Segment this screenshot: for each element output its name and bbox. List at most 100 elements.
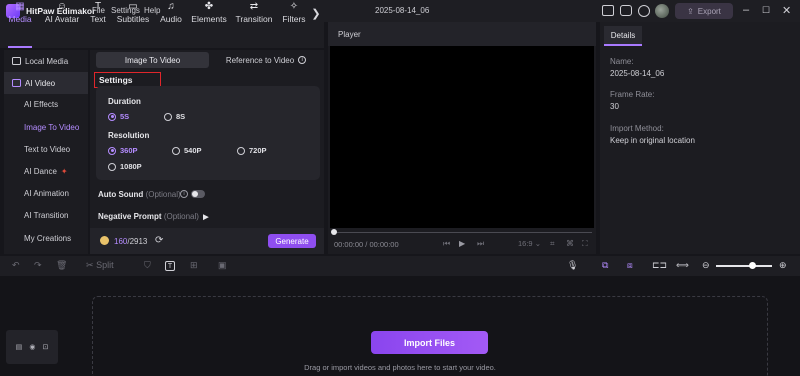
zoom-slider-knob[interactable]	[749, 262, 756, 269]
tab-label: Reference to Video	[225, 55, 295, 65]
duration-option-8s[interactable]: 8S	[164, 112, 185, 121]
sidebar-item-text-to-video[interactable]: Text to Video	[4, 138, 88, 160]
generate-button[interactable]: Generate	[268, 234, 316, 248]
tab-transition-label: Transition	[235, 14, 273, 24]
info-icon[interactable]: i	[180, 190, 188, 198]
delete-icon[interactable]: 🗑	[56, 260, 67, 271]
playback-progress-bar[interactable]	[334, 232, 592, 233]
aspect-ratio-selector[interactable]: 16:9 ⌄	[518, 239, 541, 248]
microphone-icon[interactable]: 🎙	[567, 260, 578, 271]
sidebar-item-ai-effects[interactable]: AI Effects	[4, 93, 88, 115]
tab-subtitles[interactable]: ▭ Subtitles	[116, 0, 150, 26]
text-tool-icon[interactable]: T	[165, 261, 175, 271]
video-preview[interactable]	[330, 46, 594, 228]
sidebar-item-local-media[interactable]: Local Media	[4, 50, 88, 72]
resolution-option-360p[interactable]: 360P	[108, 146, 138, 155]
tab-details[interactable]: Details	[604, 26, 642, 46]
snap-icon[interactable]: ⊏⊐	[652, 260, 667, 271]
resolution-option-540p[interactable]: 540P	[172, 146, 202, 155]
tab-filters[interactable]: ✧ Filters	[281, 0, 307, 26]
option-label: 360P	[120, 146, 138, 155]
option-label: 540P	[184, 146, 202, 155]
image-icon[interactable]: ▣	[218, 260, 227, 271]
tab-ai-avatar[interactable]: ☺ AI Avatar	[44, 0, 80, 26]
dance-icon: ✦	[60, 166, 68, 176]
negative-prompt-optional: (Optional)	[163, 212, 199, 221]
maximize-icon[interactable]: ☐	[762, 5, 770, 16]
resolution-label: Resolution	[108, 131, 150, 140]
previous-frame-icon[interactable]: ⏮	[443, 239, 450, 249]
magnet-icon[interactable]: ⧈	[627, 260, 633, 271]
tab-media[interactable]: ▦ Media	[6, 0, 34, 26]
fit-icon[interactable]: ⟺	[676, 260, 689, 271]
redo-icon[interactable]: ↷	[34, 260, 42, 271]
sidebar-item-ai-video[interactable]: AI Video	[4, 72, 88, 94]
tab-image-to-video[interactable]: Image To Video	[96, 52, 209, 68]
sidebar-item-ai-dance[interactable]: AI Dance ✦	[4, 160, 88, 182]
tab-media-label: Media	[8, 14, 32, 24]
transition-icon: ⇄	[249, 1, 259, 12]
tab-media-underline	[8, 46, 32, 48]
link-icon[interactable]: ⧉	[602, 260, 608, 271]
caret-right-icon: ▶	[203, 214, 209, 221]
drop-hint: Drag or import videos and photos here to…	[304, 363, 496, 372]
import-files-button[interactable]: Import Files	[371, 331, 488, 354]
user-avatar[interactable]	[655, 4, 669, 18]
sidebar-item-image-to-video[interactable]: Image To Video	[4, 116, 88, 138]
lock-icon[interactable]: ⊡	[43, 343, 49, 351]
resolution-option-1080p[interactable]: 1080P	[108, 162, 142, 171]
text-icon: T	[94, 1, 102, 12]
sidebar-item-my-creations[interactable]: My Creations	[4, 227, 88, 249]
close-icon[interactable]: ✕	[782, 4, 791, 17]
tab-reference-to-video[interactable]: Reference to Video i	[212, 52, 320, 68]
radio-icon	[237, 146, 245, 155]
tab-ai-avatar-label: AI Avatar	[44, 14, 80, 24]
frame-rate-value: 30	[610, 102, 619, 111]
zoom-in-icon[interactable]: ⊕	[779, 260, 787, 271]
radio-selected-icon	[108, 146, 116, 155]
add-frame-icon[interactable]: ⊞	[190, 260, 198, 271]
tab-text[interactable]: T Text	[88, 0, 108, 26]
zoom-out-icon[interactable]: ⊖	[702, 260, 710, 271]
tab-audio[interactable]: ♫ Audio	[158, 0, 184, 26]
play-icon[interactable]: ▶	[459, 239, 465, 248]
fullscreen-icon[interactable]: ⛶	[582, 239, 588, 249]
shield-icon[interactable]: ⛉	[144, 260, 151, 271]
ai-video-icon	[12, 79, 21, 87]
info-icon[interactable]: i	[298, 56, 307, 64]
elements-icon: ✤	[204, 1, 214, 12]
next-frame-icon[interactable]: ⏭	[477, 239, 484, 249]
time-current: 00:00:00	[334, 240, 364, 249]
radio-selected-icon	[108, 112, 116, 121]
audio-icon: ♫	[167, 1, 175, 12]
auto-sound-text: Auto Sound	[98, 190, 144, 199]
minimize-icon[interactable]: –	[743, 4, 749, 16]
auto-sound-optional: (Optional)	[145, 190, 181, 199]
visibility-icon[interactable]: ◉	[29, 343, 35, 351]
tab-audio-label: Audio	[160, 14, 182, 24]
tab-elements[interactable]: ✤ Elements	[191, 0, 227, 26]
resolution-option-720p[interactable]: 720P	[237, 146, 267, 155]
layout-icon[interactable]	[602, 5, 614, 16]
snapshot-icon[interactable]: ⌘	[566, 239, 574, 248]
sidebar-item-ai-transition[interactable]: AI Transition	[4, 204, 88, 226]
undo-icon[interactable]: ↶	[12, 260, 20, 271]
toolbar-more-chevron-icon[interactable]: ❯	[309, 0, 323, 26]
radio-icon	[172, 146, 180, 155]
help-icon[interactable]	[638, 5, 650, 17]
export-button[interactable]: ⇪ Export	[675, 3, 733, 19]
sidebar-item-ai-animation[interactable]: AI Animation	[4, 182, 88, 204]
negative-prompt-label[interactable]: Negative Prompt (Optional) ▶	[98, 212, 209, 221]
duration-label: Duration	[108, 97, 141, 106]
zoom-slider[interactable]	[716, 265, 772, 267]
playback-progress-knob[interactable]	[331, 229, 337, 235]
auto-sound-toggle[interactable]	[191, 190, 205, 198]
feedback-icon[interactable]	[620, 5, 632, 16]
import-method-value: Keep in original location	[610, 136, 695, 145]
name-label: Name:	[610, 57, 634, 66]
tab-transition[interactable]: ⇄ Transition	[235, 0, 273, 26]
crop-icon[interactable]: ⌗	[550, 239, 555, 249]
split-button[interactable]: ✂ Split	[86, 260, 114, 271]
refresh-icon[interactable]: ⟳	[155, 235, 163, 246]
duration-option-5s[interactable]: 5S	[108, 112, 129, 121]
